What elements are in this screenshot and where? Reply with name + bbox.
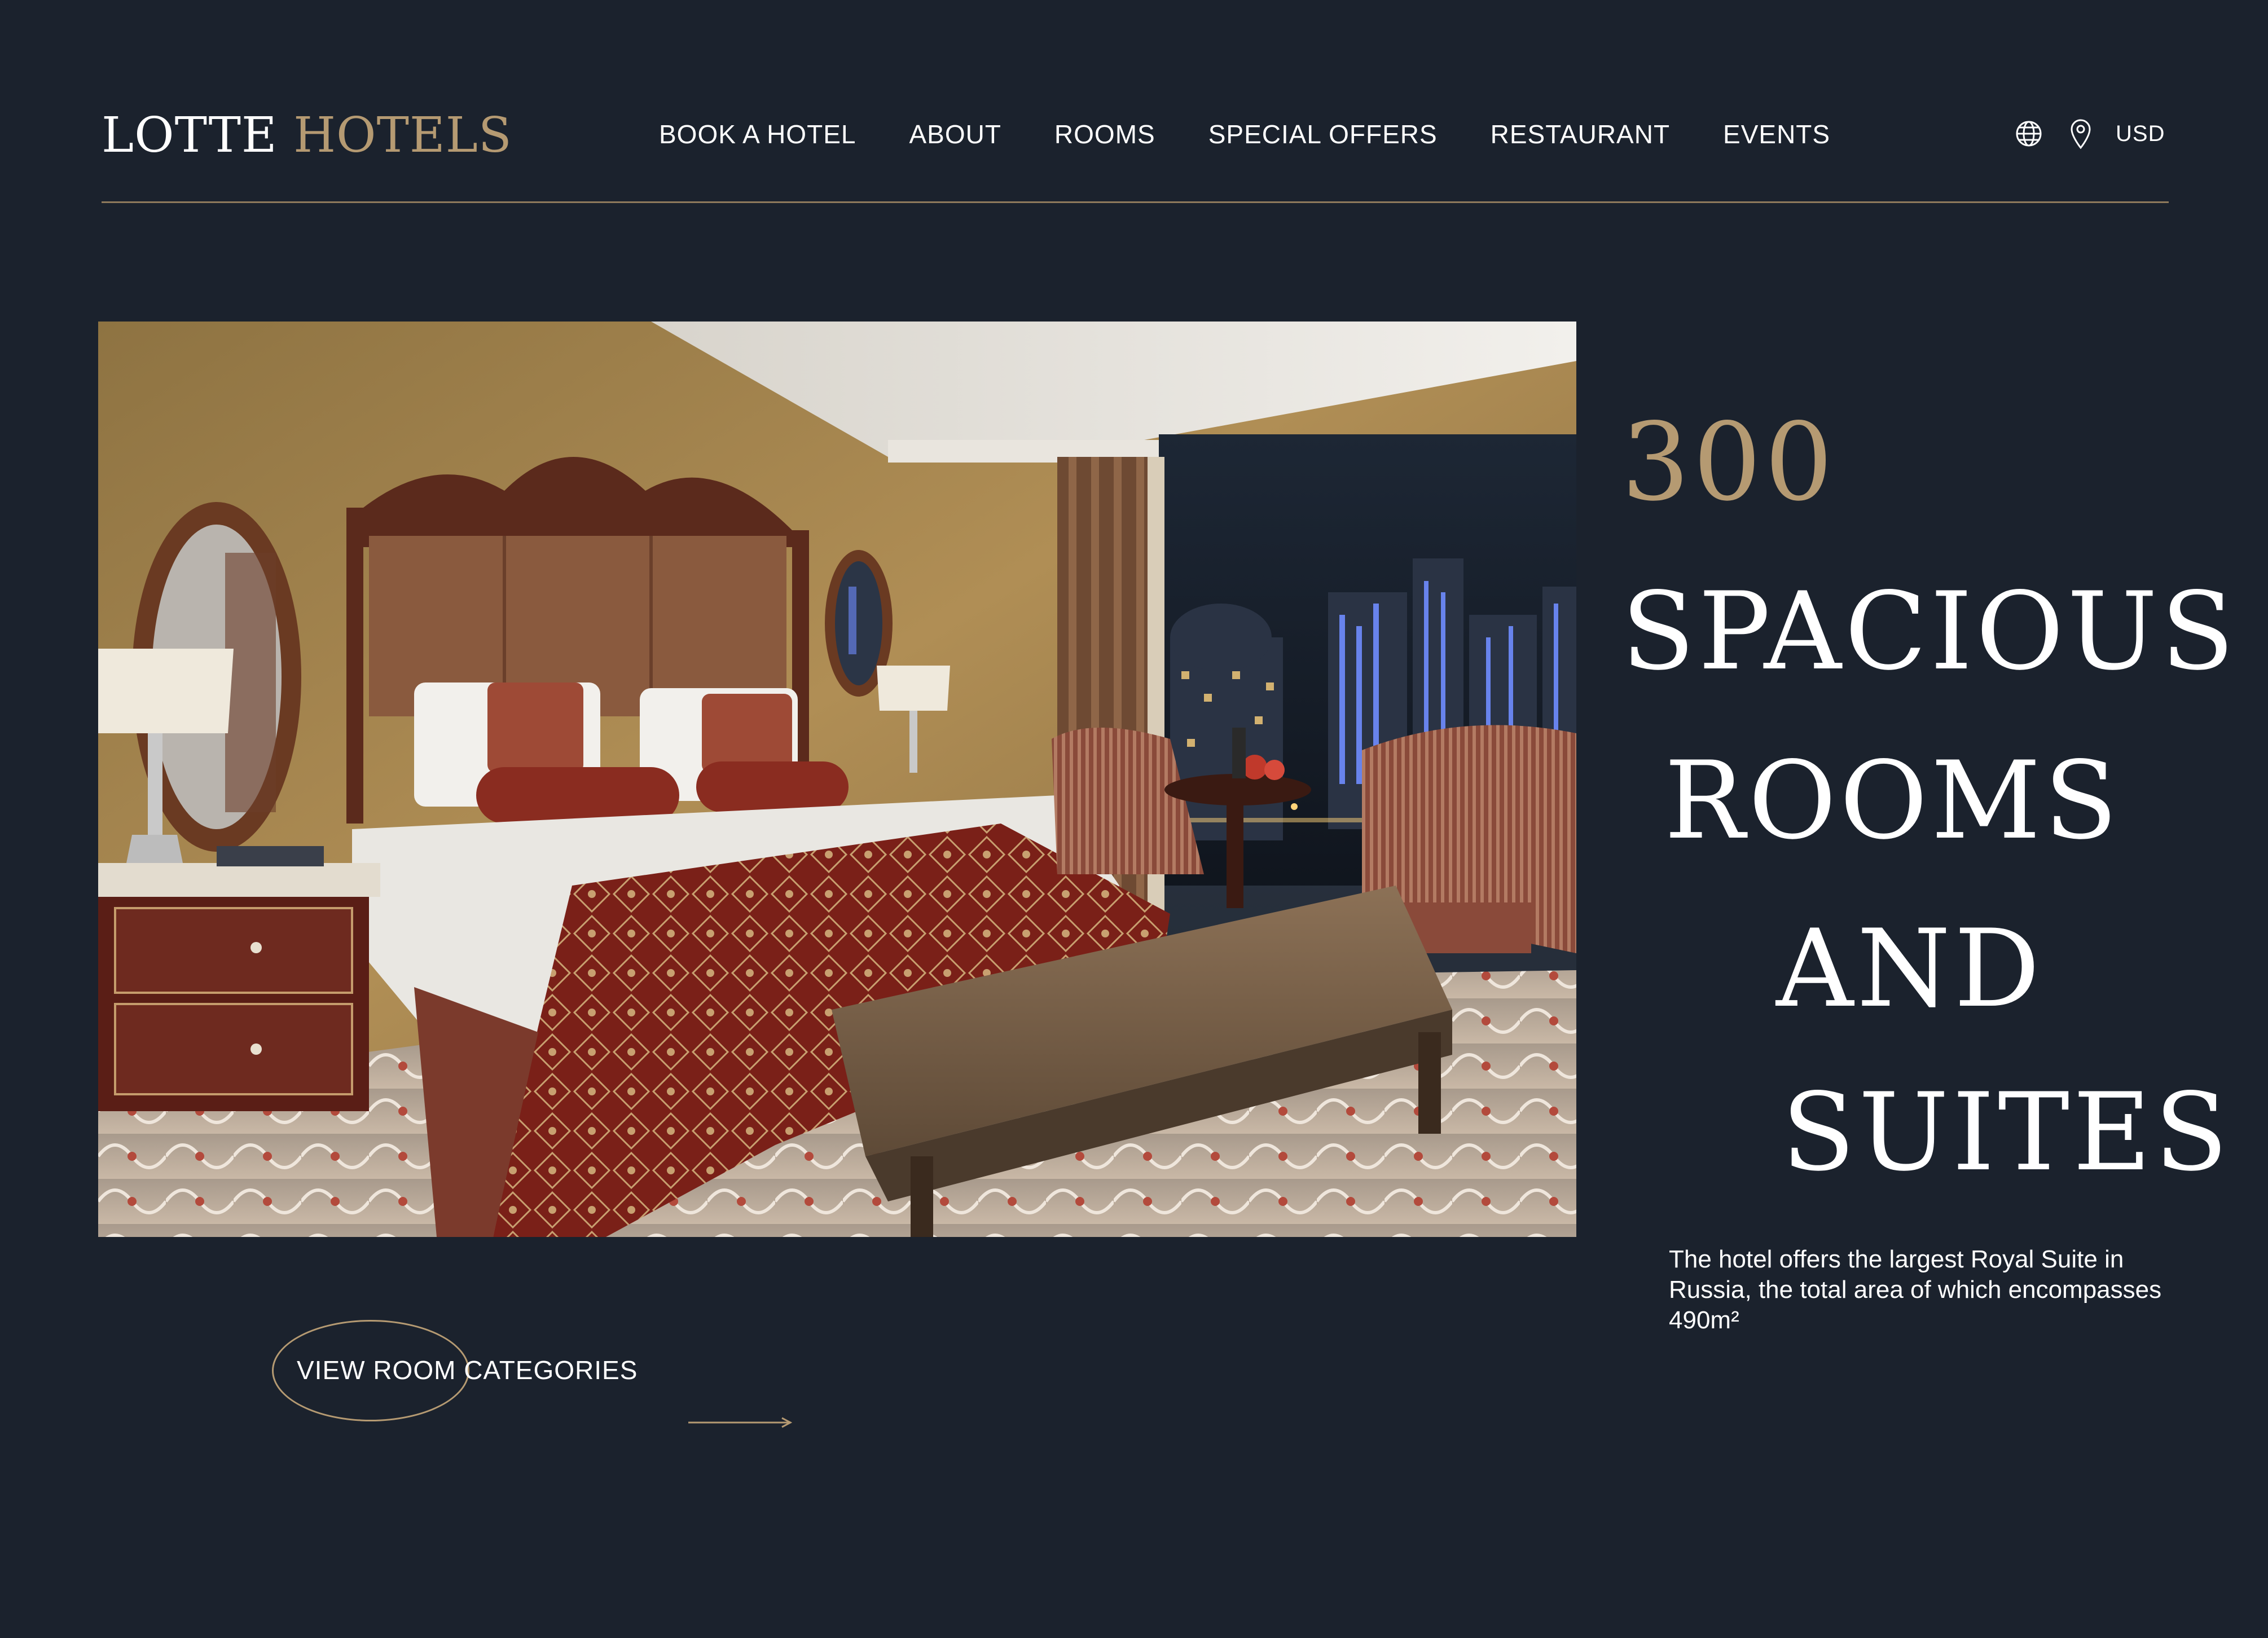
header-tools: USD (2014, 115, 2165, 152)
brand-logo[interactable]: LOTTE HOTELS (102, 107, 512, 164)
header-divider (102, 201, 2169, 203)
view-room-categories-button[interactable]: VIEW ROOM CATEGORIES (272, 1320, 926, 1433)
nav-item-book-a-hotel[interactable]: BOOK A HOTEL (659, 119, 856, 149)
cta-label: VIEW ROOM CATEGORIES (297, 1355, 638, 1385)
hero-room-photo (98, 322, 1576, 1237)
currency-selector[interactable]: USD (2116, 121, 2165, 147)
nav-item-about[interactable]: ABOUT (909, 119, 1001, 149)
nav-item-special-offers[interactable]: SPECIAL OFFERS (1208, 119, 1438, 149)
hero-description: The hotel offers the largest Royal Suite… (1669, 1245, 2162, 1334)
hero-title-line-1: SPACIOUS (1621, 569, 2238, 694)
hero-title-line-4: SUITES (1782, 1070, 2231, 1195)
nav-item-rooms[interactable]: ROOMS (1054, 119, 1155, 149)
brand-name-part2: HOTELS (293, 107, 512, 164)
main-navigation: BOOK A HOTEL ABOUT ROOMS SPECIAL OFFERS … (659, 117, 1830, 151)
arrow-right-icon (688, 1416, 793, 1432)
hero-number: 300 (1621, 400, 1836, 525)
hero-title-line-3: AND (1776, 906, 2043, 1031)
globe-icon[interactable] (2014, 116, 2043, 151)
nav-item-restaurant[interactable]: RESTAURANT (1491, 119, 1670, 149)
nav-item-events[interactable]: EVENTS (1723, 119, 1830, 149)
hero-title-line-2: ROOMS (1664, 738, 2121, 863)
brand-name-part1: LOTTE (102, 107, 278, 164)
map-pin-icon[interactable] (2066, 116, 2095, 151)
